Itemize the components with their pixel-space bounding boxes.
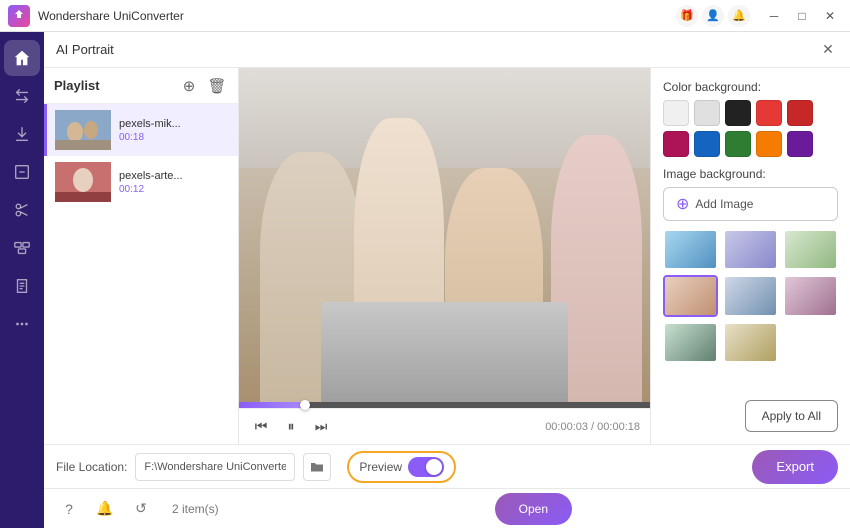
playlist-header: Playlist ⊕ 🗑 — [44, 68, 238, 104]
panel-close-button[interactable]: ✕ — [818, 40, 838, 60]
controls-bar: ⏮ ⏸ ⏭ 00:00:03 / 00:00:18 — [239, 408, 650, 444]
playlist-item[interactable]: pexels-arte... 00:12 — [44, 156, 238, 208]
close-button[interactable]: ✕ — [818, 5, 842, 27]
color-swatch-purple[interactable] — [787, 131, 813, 157]
color-swatches — [663, 100, 838, 157]
color-swatch-pink[interactable] — [663, 131, 689, 157]
video-container — [239, 68, 650, 402]
bg-thumb-6[interactable] — [783, 275, 838, 316]
progress-bar[interactable] — [239, 402, 650, 408]
time-display: 00:00:03 / 00:00:18 — [545, 421, 640, 433]
gift-icon[interactable]: 🎁 — [676, 5, 698, 27]
export-button[interactable]: Export — [752, 450, 838, 484]
main-layout: AI Portrait ✕ Playlist ⊕ 🗑 — [0, 32, 850, 528]
prev-button[interactable]: ⏮ — [249, 415, 273, 439]
maximize-button[interactable]: □ — [790, 5, 814, 27]
image-background-section: Image background: ⊕ Add Image — [663, 167, 838, 363]
color-swatch-white[interactable] — [663, 100, 689, 126]
folder-button[interactable] — [303, 453, 331, 481]
color-swatch-green[interactable] — [725, 131, 751, 157]
playlist-title: Playlist — [54, 78, 178, 93]
playlist-delete-button[interactable]: 🗑 — [206, 75, 228, 97]
progress-thumb[interactable] — [300, 400, 310, 410]
panel-title: AI Portrait — [56, 42, 818, 57]
playlist-actions: ⊕ 🗑 — [178, 75, 228, 97]
bottom-nav: ? 🔔 ↺ 2 item(s) Open — [44, 488, 850, 528]
minimize-button[interactable]: ─ — [762, 5, 786, 27]
background-panel: Color background: — [650, 68, 850, 444]
progress-fill — [239, 402, 305, 408]
toggle-knob — [426, 459, 442, 475]
bg-thumb-1[interactable] — [663, 229, 718, 270]
bg-thumb-8[interactable] — [723, 322, 778, 363]
color-swatch-black[interactable] — [725, 100, 751, 126]
bottom-bar: File Location: Preview Export — [44, 444, 850, 488]
laptop — [321, 302, 568, 402]
image-section-title: Image background: — [663, 167, 838, 181]
play-pause-button[interactable]: ⏸ — [279, 415, 303, 439]
bg-thumb-7[interactable] — [663, 322, 718, 363]
playlist-item-name: pexels-mik... — [119, 118, 181, 130]
window-controls: ─ □ ✕ — [762, 5, 842, 27]
playlist-section: Playlist ⊕ 🗑 — [44, 68, 239, 444]
color-swatch-orange[interactable] — [756, 131, 782, 157]
bg-thumb-5[interactable] — [723, 275, 778, 316]
sidebar-item-cut[interactable] — [4, 192, 40, 228]
open-button[interactable]: Open — [495, 493, 572, 525]
sidebar-item-download[interactable] — [4, 116, 40, 152]
bg-thumbnails — [663, 229, 838, 363]
add-image-button[interactable]: ⊕ Add Image — [663, 187, 838, 221]
user-icon[interactable]: 👤 — [702, 5, 724, 27]
color-section-title: Color background: — [663, 80, 838, 94]
color-swatch-red[interactable] — [756, 100, 782, 126]
plus-icon: ⊕ — [676, 194, 689, 214]
playlist-item-duration: 00:12 — [119, 184, 183, 195]
sidebar-item-convert[interactable] — [4, 78, 40, 114]
color-swatch-blue[interactable] — [694, 131, 720, 157]
file-path-input[interactable] — [135, 453, 295, 481]
ai-portrait-panel: AI Portrait ✕ Playlist ⊕ 🗑 — [44, 32, 850, 488]
playlist-thumb — [55, 162, 111, 202]
sidebar-item-compress[interactable] — [4, 268, 40, 304]
preview-label: Preview — [359, 460, 402, 474]
color-background-section: Color background: — [663, 80, 838, 157]
playlist-item[interactable]: pexels-mik... 00:18 — [44, 104, 238, 156]
help-button[interactable]: ? — [56, 496, 82, 522]
app-title: Wondershare UniConverter — [38, 9, 676, 23]
video-section: ⏮ ⏸ ⏭ 00:00:03 / 00:00:18 — [239, 68, 650, 444]
sidebar-item-home[interactable] — [4, 40, 40, 76]
feedback-button[interactable]: ↺ — [128, 496, 154, 522]
sidebar-item-edit[interactable] — [4, 154, 40, 190]
playlist-item-info: pexels-arte... 00:12 — [119, 170, 183, 195]
color-swatch-light-gray[interactable] — [694, 100, 720, 126]
preview-toggle-area: Preview — [347, 451, 456, 483]
playlist-item-name: pexels-arte... — [119, 170, 183, 182]
notification-button[interactable]: 🔔 — [92, 496, 118, 522]
bell-icon[interactable]: 🔔 — [728, 5, 750, 27]
playlist-thumb — [55, 110, 111, 150]
sidebar — [0, 32, 44, 528]
sidebar-item-more[interactable] — [4, 306, 40, 342]
file-location-label: File Location: — [56, 460, 127, 474]
sidebar-item-merge[interactable] — [4, 230, 40, 266]
panel-body: Playlist ⊕ 🗑 — [44, 68, 850, 444]
item-count: 2 item(s) — [172, 502, 219, 516]
bg-thumb-4[interactable] — [663, 275, 718, 316]
add-image-label: Add Image — [695, 197, 753, 211]
bg-thumb-2[interactable] — [723, 229, 778, 270]
playlist-add-button[interactable]: ⊕ — [178, 75, 200, 97]
content-area: AI Portrait ✕ Playlist ⊕ 🗑 — [44, 32, 850, 528]
color-swatch-dark-red[interactable] — [787, 100, 813, 126]
panel-header: AI Portrait ✕ — [44, 32, 850, 68]
bg-thumb-3[interactable] — [783, 229, 838, 270]
titlebar: Wondershare UniConverter 🎁 👤 🔔 ─ □ ✕ — [0, 0, 850, 32]
apply-to-all-button[interactable]: Apply to All — [745, 400, 838, 432]
preview-toggle[interactable] — [408, 457, 444, 477]
playlist-item-duration: 00:18 — [119, 132, 181, 143]
titlebar-extra-icons: 🎁 👤 🔔 — [676, 5, 750, 27]
video-scene — [239, 68, 650, 402]
playlist-item-info: pexels-mik... 00:18 — [119, 118, 181, 143]
next-button[interactable]: ⏭ — [309, 415, 333, 439]
app-logo — [8, 5, 30, 27]
